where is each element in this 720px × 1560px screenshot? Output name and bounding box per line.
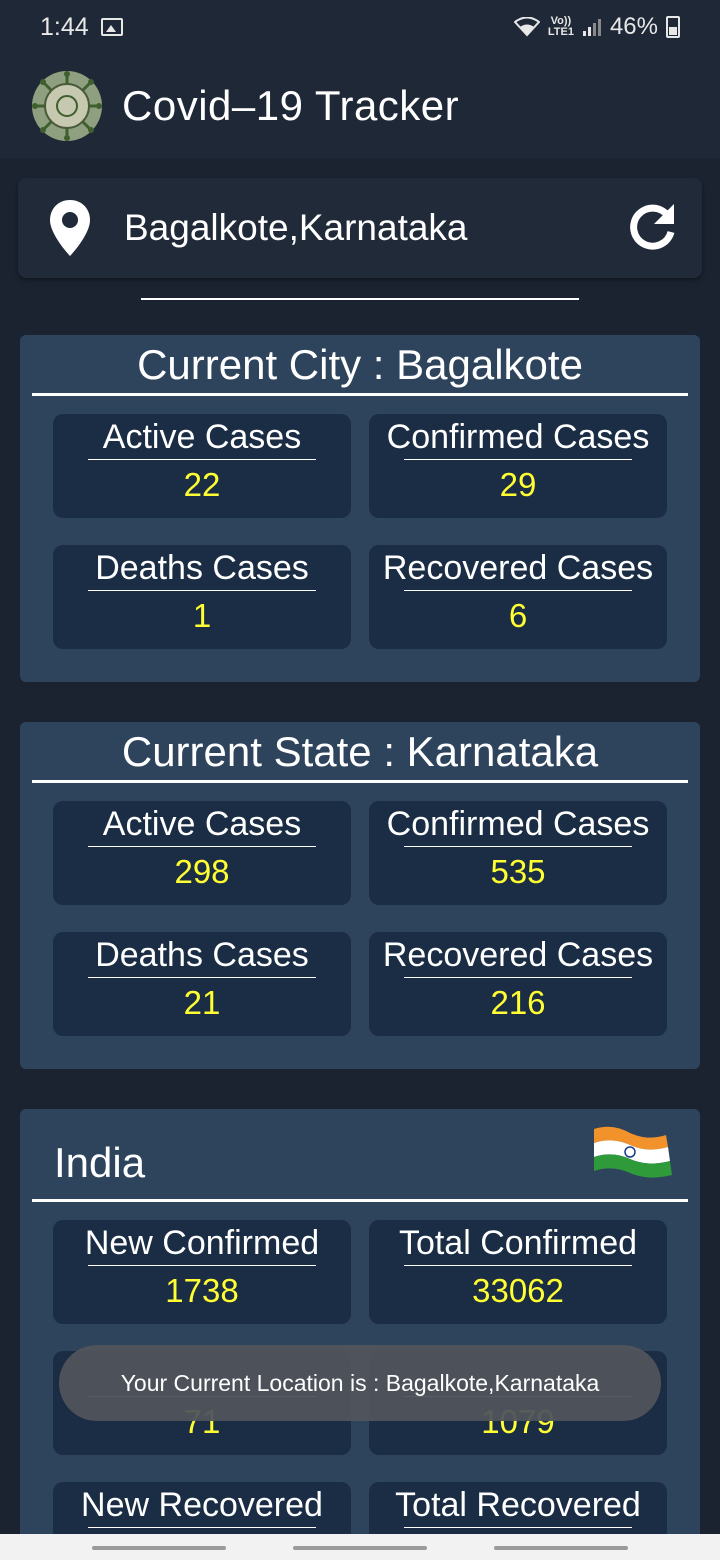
india-new-recovered-card: New Recovered	[53, 1482, 351, 1534]
india-section: India New Confirmed 1738 Total Confirmed…	[20, 1109, 700, 1534]
stat-label: Confirmed Cases	[386, 805, 650, 843]
stat-label: Recovered Cases	[382, 936, 654, 974]
battery-icon	[666, 16, 680, 38]
stat-label: Total Confirmed	[398, 1224, 638, 1262]
lte-label: LTE1	[547, 26, 574, 38]
stat-label: Deaths Cases	[95, 936, 309, 974]
refresh-icon[interactable]	[626, 202, 678, 254]
stat-label: Deaths Cases	[95, 549, 309, 587]
stat-rule	[404, 1527, 632, 1528]
stat-label: Confirmed Cases	[386, 418, 650, 456]
network-type-indicator: Vo)) LTE1	[548, 16, 574, 38]
stat-label: New Recovered	[81, 1486, 323, 1524]
toast-text: Your Current Location is : Bagalkote,Kar…	[120, 1369, 600, 1396]
app-bar: Covid–19 Tracker	[0, 54, 720, 158]
state-active-card: Active Cases 298	[53, 801, 351, 905]
stat-label: Active Cases	[102, 418, 302, 456]
city-confirmed-card: Confirmed Cases 29	[369, 414, 667, 518]
nav-back-handle[interactable]	[494, 1546, 628, 1550]
nav-recents-handle[interactable]	[92, 1546, 226, 1550]
city-active-card: Active Cases 22	[53, 414, 351, 518]
status-time: 1:44	[40, 12, 89, 41]
location-toast: Your Current Location is : Bagalkote,Kar…	[59, 1345, 661, 1421]
location-card: Bagalkote,Karnataka	[18, 178, 702, 278]
gallery-notification-icon	[100, 18, 123, 36]
state-section: Current State : Karnataka Active Cases 2…	[20, 722, 700, 1069]
india-section-rule	[32, 1199, 688, 1202]
state-recovered-card: Recovered Cases 216	[369, 932, 667, 1036]
stat-value: 216	[490, 984, 546, 1021]
state-deaths-card: Deaths Cases 21	[53, 932, 351, 1036]
city-section: Current City : Bagalkote Active Cases 22…	[20, 335, 700, 682]
state-section-rule	[32, 780, 688, 783]
status-bar: 1:44 Vo)) LTE1 46%	[0, 0, 720, 54]
stat-value: 22	[183, 466, 221, 503]
battery-percent: 46%	[609, 13, 658, 40]
stat-value: 29	[499, 466, 537, 503]
stat-value: 535	[490, 853, 546, 890]
city-section-title: Current City : Bagalkote	[137, 341, 583, 388]
nav-home-handle[interactable]	[293, 1546, 427, 1550]
virus-logo-icon	[32, 71, 102, 141]
app-title: Covid–19 Tracker	[122, 82, 460, 129]
stat-label: Total Recovered	[395, 1486, 641, 1524]
location-pin-icon	[50, 200, 90, 256]
stat-rule	[88, 1527, 316, 1528]
india-section-title: India	[54, 1139, 146, 1186]
stat-value: 1	[192, 597, 212, 634]
stat-label: New Confirmed	[84, 1224, 320, 1262]
city-section-rule	[32, 393, 688, 396]
wifi-icon	[513, 17, 540, 37]
main-content[interactable]: Bagalkote,Karnataka Current City : Bagal…	[0, 158, 720, 1534]
stat-value: 1738	[165, 1272, 239, 1309]
india-section-header: India	[20, 1109, 700, 1199]
stat-label: Active Cases	[102, 805, 302, 843]
state-section-title: Current State : Karnataka	[121, 728, 599, 775]
state-confirmed-card: Confirmed Cases 535	[369, 801, 667, 905]
stat-value: 6	[508, 597, 528, 634]
stat-value: 21	[183, 984, 221, 1021]
india-total-recovered-card: Total Recovered	[369, 1482, 667, 1534]
stat-value: 298	[174, 853, 230, 890]
india-flag-icon	[594, 1126, 672, 1178]
city-deaths-card: Deaths Cases 1	[53, 545, 351, 649]
stat-value: 33062	[472, 1272, 564, 1309]
system-nav-bar	[0, 1534, 720, 1560]
location-divider	[141, 298, 579, 300]
current-location-text: Bagalkote,Karnataka	[124, 207, 468, 248]
india-total-confirmed-card: Total Confirmed 33062	[369, 1220, 667, 1324]
signal-icon	[582, 19, 601, 36]
india-new-confirmed-card: New Confirmed 1738	[53, 1220, 351, 1324]
city-recovered-card: Recovered Cases 6	[369, 545, 667, 649]
stat-label: Recovered Cases	[382, 549, 654, 587]
